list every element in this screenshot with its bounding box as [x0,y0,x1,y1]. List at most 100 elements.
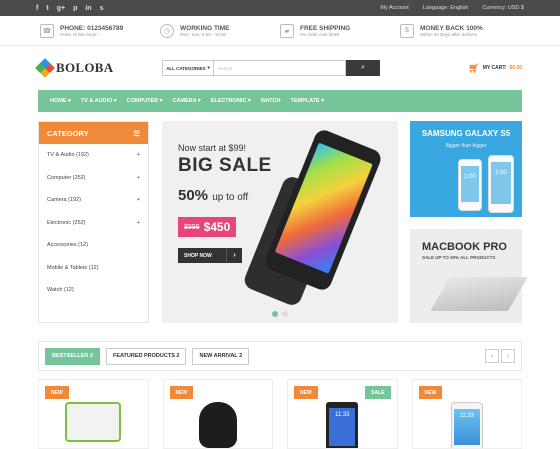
expand-icon[interactable]: + [137,197,140,203]
search-icon: ⌕ [361,64,365,71]
info-sub: Within 30 Days after delivery [420,31,478,37]
new-badge: NEW [45,386,69,399]
cart-label: MY CART: [482,65,507,71]
sidebar-item-electronic[interactable]: Electronic (252) + [39,212,148,235]
logo[interactable]: BOLOBA [35,58,162,78]
money-icon: $ [400,23,414,38]
slider-dots [272,311,288,317]
chevron-left-icon[interactable]: ‹ [485,349,499,363]
sidebar-item-tv-audio[interactable]: TV & Audio (192) + [39,144,148,167]
info-shipping: ▰ FREE SHIPPING On order over $199 [280,23,400,38]
truck-icon: ▰ [280,23,294,38]
phone-image: 1:00 [488,155,514,213]
expand-icon[interactable]: + [137,152,140,158]
menu-icon[interactable]: ☰ [133,129,140,138]
sidebar-item-accessories[interactable]: Accessories (12) [39,234,148,257]
phone-image: 11:33 [326,402,359,448]
search-bar: ALL CATEGORIES ▾ Search ⌕ [162,60,380,76]
sidebar-item-camera[interactable]: Camera (192) + [39,189,148,212]
product-card[interactable]: NEW [162,379,273,449]
carousel-arrows: ‹ › [485,349,515,363]
info-phone: ☎ PHONE: 0123456789 Order Online Now ! [40,23,160,38]
search-button[interactable]: ⌕ [346,60,380,76]
nav-item-home[interactable]: HOME ▾ [50,98,71,104]
chevron-down-icon: ▾ [207,65,210,70]
my-account-link[interactable]: My Account [380,5,408,11]
facebook-icon[interactable]: f [36,5,38,12]
skype-icon[interactable]: s [100,5,104,12]
phone-image: 1:00 [458,159,482,211]
info-title: FREE SHIPPING [300,24,351,32]
google-plus-icon[interactable]: g+ [57,5,65,12]
language-select[interactable]: Language: English [423,5,469,11]
info-sub: Mon- Sun: 8.00 - 18.00 [180,31,227,37]
top-right-menu: My Account Language: English Currency: U… [380,5,524,11]
linkedin-icon[interactable]: in [85,5,91,12]
old-price: $999 [184,223,200,231]
shop-now-button[interactable]: SHOP NOW › [178,248,242,263]
info-sub: On order over $199 [300,31,340,37]
search-input[interactable]: Search [214,60,346,76]
chevron-right-icon[interactable]: › [501,349,515,363]
main-nav: HOME ▾ TV & AUDIO ▾ COMPUTER ▾ CAMERA ▾ … [38,90,522,112]
new-badge: NEW [418,386,443,399]
expand-icon[interactable]: + [137,175,140,181]
banner-tagline: Now start at $99! [178,143,247,153]
macbook-ad-banner[interactable]: MACBOOK PRO SALE UP TO 30% ALL PRODUCTS [410,229,528,323]
currency-select[interactable]: Currency: USD $ [482,5,524,11]
category-header: CATEGORY ☰ [39,122,148,144]
banner-discount: 50% up to off [178,187,249,204]
nav-item-watch[interactable]: WATCH [261,98,281,104]
product-tabs: BESTSELLER 2 FEATURED PRODUCTS 2 NEW ARR… [38,341,522,371]
twitter-icon[interactable]: t [46,5,48,12]
slider-dot[interactable] [282,311,288,317]
tab-new-arrival[interactable]: NEW ARRIVAL 2 [192,347,250,365]
category-title: CATEGORY [47,128,89,138]
tab-bestseller[interactable]: BESTSELLER 2 [45,347,100,365]
info-money-back: $ MONEY BACK 100% Within 30 Days after de… [400,23,520,38]
sidebar-item-computer[interactable]: Computer (252) + [39,167,148,190]
banner-title: BIG SALE [178,155,272,176]
new-badge: NEW [169,386,194,399]
nav-item-electronic[interactable]: ELECTRONIC ▾ [211,98,251,104]
sidebar-item-mobile-tablets[interactable]: Mobile & Tablets (12) [39,257,148,280]
ad-title: MACBOOK PRO [422,241,507,253]
category-select[interactable]: ALL CATEGORIES ▾ [162,60,214,76]
category-sidebar: CATEGORY ☰ TV & Audio (192) + Computer (2… [38,121,149,323]
cart-icon: 🛒︎ [468,62,480,73]
social-links: f t g+ p in s [36,5,103,12]
slider-dot[interactable] [272,311,278,317]
nav-item-tv-audio[interactable]: TV & AUDIO ▾ [81,98,117,104]
sidebar-item-watch[interactable]: Watch (12) [39,279,148,302]
pinterest-icon[interactable]: p [73,5,77,12]
sale-badge: SALE [365,386,391,399]
product-card[interactable]: NEW 11:33 [411,379,522,449]
laptop-image [430,277,528,311]
hero-banner[interactable]: Now start at $99! BIG SALE 50% up to off… [162,121,398,323]
mouse-image [198,402,237,448]
tab-featured-products[interactable]: FEATURED PRODUCTS 2 [105,347,187,365]
ad-subtitle: Bigger than bigger [445,143,487,149]
main-content: CATEGORY ☰ TV & Audio (192) + Computer (2… [38,121,528,323]
samsung-ad-banner[interactable]: SAMSUNG GALAXY S5 Bigger than bigger 1:0… [410,121,522,217]
product-card[interactable]: NEW SALE 11:33 [287,379,398,449]
ad-subtitle: SALE UP TO 30% ALL PRODUCTS [422,255,496,260]
nav-item-computer[interactable]: COMPUTER ▾ [127,98,163,104]
product-card[interactable]: NEW [38,379,149,449]
cart[interactable]: 🛒︎ MY CART: $0.00 [468,63,522,74]
info-bar: ☎ PHONE: 0123456789 Order Online Now ! ◷ … [0,16,560,46]
cart-amount: $0.00 [509,65,522,71]
info-sub: Order Online Now ! [60,31,99,37]
expand-icon[interactable]: + [137,220,140,226]
ad-title: SAMSUNG GALAXY S5 [421,129,511,138]
power-adapter-image [65,402,122,442]
logo-text: BOLOBA [56,60,114,75]
top-bar: f t g+ p in s My Account Language: Engli… [0,0,560,16]
nav-item-template[interactable]: TEMPLATE ▾ [290,98,324,104]
chevron-right-icon: › [226,248,242,263]
nav-item-camera[interactable]: CAMERA ▾ [172,98,200,104]
phone-icon: ☎ [40,23,54,38]
header: BOLOBA ALL CATEGORIES ▾ Search ⌕ 🛒︎ MY CA… [0,46,560,90]
product-list: NEW NEW NEW SALE 11:33 NEW 11:33 [38,379,522,449]
phone-image: 11:33 [450,402,483,448]
